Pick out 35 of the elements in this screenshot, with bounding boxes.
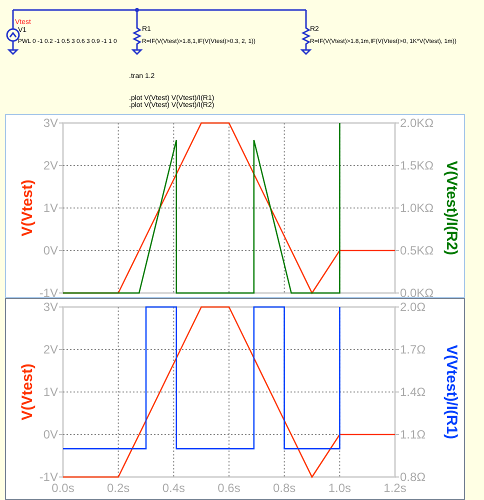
axis-tick-label: 0.0KΩ: [400, 286, 434, 297]
axis-tick-label: 0.2s: [107, 481, 130, 495]
axis-tick-label: 0.4s: [162, 481, 185, 495]
axis-tick-label: 1V: [43, 201, 58, 215]
axis-tick-label: 2V: [43, 342, 58, 356]
axis-tick-label: 1.1Ω: [400, 428, 426, 442]
axis-tick-label: 3V: [43, 116, 58, 130]
axis-tick-label: 0.5KΩ: [400, 244, 434, 258]
axis-tick-label: 0.8s: [273, 481, 296, 495]
axis-tick-label: 2.0Ω: [400, 300, 426, 314]
voltage-source-symbol: [6, 28, 20, 55]
axis-tick-label: 2.0KΩ: [400, 116, 434, 130]
axis-tick-label: 3V: [43, 300, 58, 314]
axis-tick-label: 1.0KΩ: [400, 201, 434, 215]
axis-tick-label: 1.5KΩ: [400, 158, 434, 172]
axis-tick-label: 1.7Ω: [400, 342, 426, 356]
axis-tick-label: 0V: [43, 244, 58, 258]
axis-title: V(Vtest): [19, 180, 36, 236]
resistor-symbol: [301, 9, 312, 55]
axis-tick-label: 1V: [43, 385, 58, 399]
junction-dot: [135, 8, 139, 12]
axis-title: V(Vtest)/I(R1): [443, 344, 460, 440]
axis-tick-label: 1.4Ω: [400, 385, 426, 399]
axis-tick-label: 0.8Ω: [400, 470, 426, 484]
axis-tick-label: 1.0s: [328, 481, 351, 495]
axis-title: V(Vtest)/I(R2): [443, 160, 460, 256]
axis-tick-label: 2V: [43, 158, 58, 172]
axis-tick-label: -1V: [39, 286, 58, 297]
axis-tick-label: 0.0s: [52, 481, 74, 495]
axis-tick-label: 1.2s: [384, 481, 406, 495]
axis-title: V(Vtest): [19, 364, 36, 420]
resistor-symbol: [132, 9, 143, 55]
axis-tick-label: -1V: [39, 470, 58, 484]
axis-tick-label: 0.6s: [218, 481, 240, 495]
axis-tick-label: 0V: [43, 428, 58, 442]
